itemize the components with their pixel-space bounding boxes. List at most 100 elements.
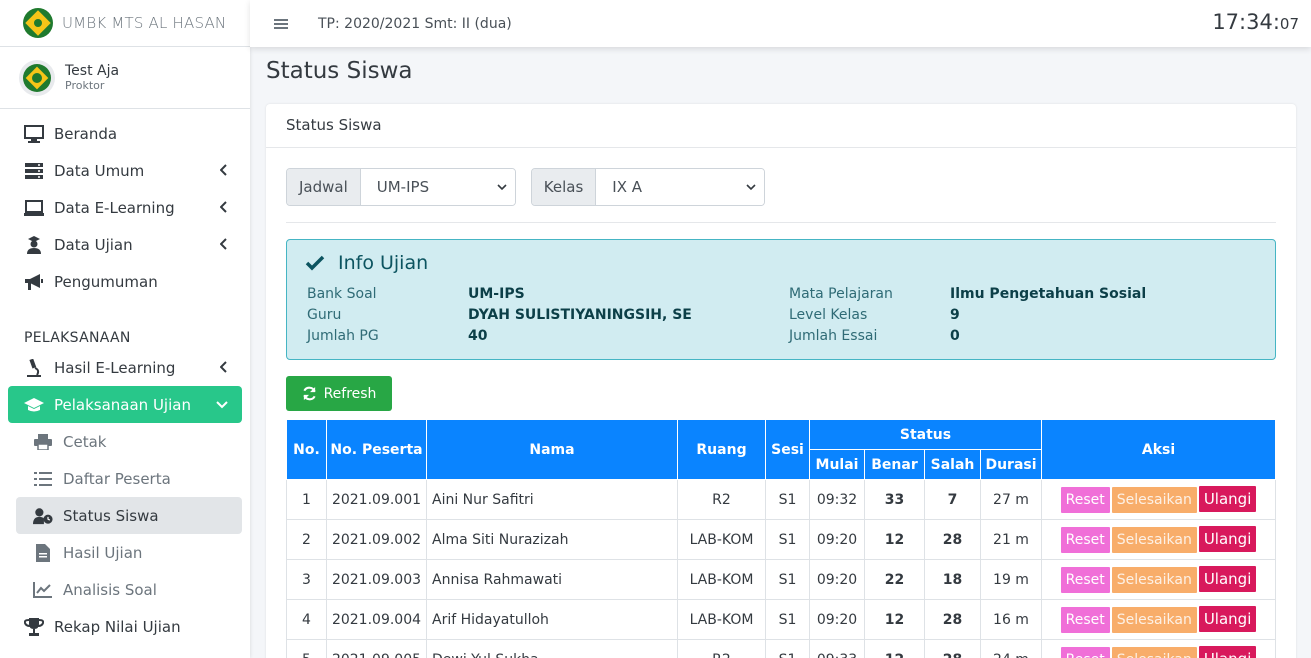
sidebar-item-cetak[interactable]: Cetak bbox=[16, 423, 242, 460]
user-panel[interactable]: Test Aja Proktor bbox=[0, 47, 250, 109]
sidebar-item-label: Cetak bbox=[63, 432, 107, 451]
row-actions: ResetSelesaikanUlangi bbox=[1041, 519, 1276, 560]
table-row: 5 2021.09.005 Dewi Yul Sukha R2 S1 09:33… bbox=[286, 639, 1276, 658]
ulangi-button[interactable]: Ulangi bbox=[1198, 606, 1257, 632]
row-actions: ResetSelesaikanUlangi bbox=[1041, 599, 1276, 640]
status-card: Status Siswa Jadwal UM-IPS Kelas IX A In… bbox=[266, 104, 1296, 658]
jadwal-select[interactable]: UM-IPS bbox=[360, 169, 515, 205]
chevron-down-icon bbox=[746, 183, 756, 190]
graduation-cap-icon bbox=[24, 395, 44, 415]
col-durasi: Durasi bbox=[980, 449, 1042, 480]
info-mata-pelajaran: Mata Pelajaran Ilmu Pengetahuan Sosial bbox=[789, 286, 1147, 302]
ulangi-button[interactable]: Ulangi bbox=[1198, 646, 1257, 658]
status-table: No. No. Peserta Nama Ruang Sesi Status A… bbox=[286, 419, 1276, 658]
sidebar-item-label: Status Siswa bbox=[63, 506, 159, 525]
table-row: 1 2021.09.001 Aini Nur Safitri R2 S1 09:… bbox=[286, 479, 1276, 520]
info-title: Info Ujian bbox=[305, 252, 428, 274]
info-ujian-box: Info Ujian Bank Soal UM-IPS Guru DYAH SULI… bbox=[286, 239, 1276, 360]
reset-button[interactable]: Reset bbox=[1060, 527, 1110, 553]
kelas-select[interactable]: IX A bbox=[596, 169, 765, 205]
user-role: Proktor bbox=[65, 78, 105, 92]
sidebar-item-hasil-ujian[interactable]: Hasil Ujian bbox=[16, 534, 242, 571]
sidebar-item-label: Pelaksanaan Ujian bbox=[54, 395, 191, 414]
page-title: Status Siswa bbox=[266, 58, 413, 84]
sidebar-item-label: Pengumuman bbox=[54, 272, 158, 291]
selesaikan-button[interactable]: Selesaikan bbox=[1111, 527, 1197, 553]
bullhorn-icon bbox=[24, 272, 44, 292]
sidebar-item-rekap-nilai[interactable]: Rekap Nilai Ujian bbox=[8, 608, 242, 645]
info-title-text: Info Ujian bbox=[338, 252, 429, 274]
col-salah: Salah bbox=[924, 449, 981, 480]
laptop-icon bbox=[24, 198, 44, 218]
sidebar-submenu: Cetak Daftar Peserta Status Siswa Hasil … bbox=[8, 423, 242, 608]
sidebar-item-pengumuman[interactable]: Pengumuman bbox=[8, 263, 242, 300]
server-icon bbox=[24, 161, 44, 181]
col-ruang: Ruang bbox=[677, 419, 766, 480]
chevron-down-icon bbox=[216, 401, 228, 409]
sidebar-item-hasil-elearning[interactable]: Hasil E-Learning bbox=[8, 349, 242, 386]
sidebar-item-data-ujian[interactable]: Data Ujian bbox=[8, 226, 242, 263]
sidebar-item-status-siswa[interactable]: Status Siswa bbox=[16, 497, 242, 534]
col-nama: Nama bbox=[426, 419, 678, 480]
sidebar-item-beranda[interactable]: Beranda bbox=[8, 115, 242, 152]
ulangi-button[interactable]: Ulangi bbox=[1198, 526, 1257, 552]
info-guru: Guru DYAH SULISTIYANINGSIH, SE bbox=[307, 307, 692, 323]
print-icon bbox=[33, 432, 53, 452]
sync-icon bbox=[302, 386, 316, 401]
table-body: 1 2021.09.001 Aini Nur Safitri R2 S1 09:… bbox=[286, 479, 1276, 658]
info-jumlah-essai: Jumlah Essai 0 bbox=[789, 328, 960, 344]
jadwal-label: Jadwal bbox=[287, 169, 361, 205]
sidebar-item-data-elearning[interactable]: Data E-Learning bbox=[8, 189, 242, 226]
reset-button[interactable]: Reset bbox=[1060, 607, 1110, 633]
jadwal-group: Jadwal UM-IPS bbox=[286, 168, 516, 206]
trophy-icon bbox=[24, 617, 44, 637]
divider bbox=[286, 222, 1276, 223]
user-graduate-icon bbox=[24, 235, 44, 255]
reset-button[interactable]: Reset bbox=[1060, 487, 1110, 513]
col-no-peserta: No. Peserta bbox=[326, 419, 427, 480]
row-actions: ResetSelesaikanUlangi bbox=[1041, 559, 1276, 600]
sidebar-item-daftar-peserta[interactable]: Daftar Peserta bbox=[16, 460, 242, 497]
ulangi-button[interactable]: Ulangi bbox=[1198, 486, 1257, 512]
sidebar: UMBK MTS AL HASAN Test Aja Proktor Beran… bbox=[0, 0, 250, 658]
filter-bar: Jadwal UM-IPS Kelas IX A bbox=[286, 168, 780, 206]
selesaikan-button[interactable]: Selesaikan bbox=[1111, 567, 1197, 593]
reset-button[interactable]: Reset bbox=[1060, 567, 1110, 593]
col-sesi: Sesi bbox=[765, 419, 810, 480]
sidebar-item-label: Data Umum bbox=[54, 161, 145, 180]
microscope-icon bbox=[24, 358, 44, 378]
col-aksi: Aksi bbox=[1041, 419, 1276, 480]
brand-link[interactable]: UMBK MTS AL HASAN bbox=[0, 0, 250, 47]
refresh-button[interactable]: Refresh bbox=[286, 376, 392, 411]
brand-logo bbox=[23, 8, 53, 38]
menu-toggle-icon[interactable] bbox=[274, 17, 288, 31]
sidebar-item-analisis-soal[interactable]: Analisis Soal bbox=[16, 571, 242, 608]
check-icon bbox=[305, 255, 325, 271]
academic-period: TP: 2020/2021 Smt: II (dua) bbox=[318, 15, 512, 32]
chevron-down-icon bbox=[497, 183, 507, 190]
user-clock-icon bbox=[33, 506, 53, 526]
list-icon bbox=[33, 469, 53, 489]
selesaikan-button[interactable]: Selesaikan bbox=[1111, 647, 1197, 658]
col-no: No. bbox=[286, 419, 327, 480]
ulangi-button[interactable]: Ulangi bbox=[1198, 566, 1257, 592]
sidebar-item-label: Beranda bbox=[54, 124, 118, 143]
chevron-left-icon bbox=[220, 201, 227, 213]
selesaikan-button[interactable]: Selesaikan bbox=[1111, 607, 1197, 633]
card-header: Status Siswa bbox=[266, 104, 1296, 148]
col-benar: Benar bbox=[864, 449, 925, 480]
sidebar-item-label: Daftar Peserta bbox=[63, 469, 171, 488]
sidebar-item-data-umum[interactable]: Data Umum bbox=[8, 152, 242, 189]
refresh-label: Refresh bbox=[323, 385, 377, 402]
chevron-left-icon bbox=[220, 238, 227, 250]
col-mulai: Mulai bbox=[809, 449, 865, 480]
sidebar-item-pelaksanaan-ujian[interactable]: Pelaksanaan Ujian bbox=[8, 386, 242, 423]
sidebar-item-label: Data E-Learning bbox=[54, 198, 175, 217]
selesaikan-button[interactable]: Selesaikan bbox=[1111, 487, 1197, 513]
clock-seconds: 07 bbox=[1279, 15, 1299, 33]
sidebar-item-label: Rekap Nilai Ujian bbox=[54, 617, 181, 636]
reset-button[interactable]: Reset bbox=[1060, 647, 1110, 658]
table-row: 2 2021.09.002 Alma Siti Nurazizah LAB-KO… bbox=[286, 519, 1276, 560]
sidebar-nav: Beranda Data Umum Data E-Learning Data U… bbox=[0, 115, 250, 645]
chevron-left-icon bbox=[220, 164, 227, 176]
